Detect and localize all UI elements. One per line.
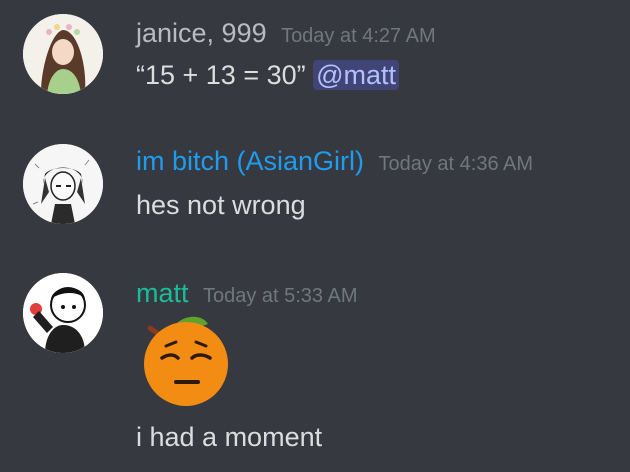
message-text: hes not wrong <box>136 190 306 220</box>
author-name[interactable]: im bitch (AsianGirl) <box>136 146 364 176</box>
message-content: i had a moment <box>136 422 322 453</box>
message-header: matt Today at 5:33 AM <box>136 278 358 309</box>
message-content: hes not wrong <box>136 190 306 221</box>
user-avatar-icon[interactable] <box>23 14 103 94</box>
message-header: janice, 999 Today at 4:27 AM <box>136 18 436 49</box>
message-header: im bitch (AsianGirl) Today at 4:36 AM <box>136 146 533 177</box>
user-avatar-icon[interactable] <box>23 144 103 224</box>
message-text: “15 + 13 = 30” <box>136 60 306 90</box>
author-name[interactable]: matt <box>136 278 189 308</box>
author-name[interactable]: janice, 999 <box>136 18 267 48</box>
user-mention[interactable]: @matt <box>313 60 400 90</box>
timestamp: Today at 5:33 AM <box>202 285 358 307</box>
timestamp: Today at 4:36 AM <box>378 153 534 175</box>
message-text: i had a moment <box>136 422 323 452</box>
user-avatar-icon[interactable] <box>23 273 103 353</box>
message-content: “15 + 13 = 30” @matt <box>136 60 400 91</box>
orange-pensive-emoji-icon[interactable] <box>132 312 236 408</box>
timestamp: Today at 4:27 AM <box>281 25 436 47</box>
